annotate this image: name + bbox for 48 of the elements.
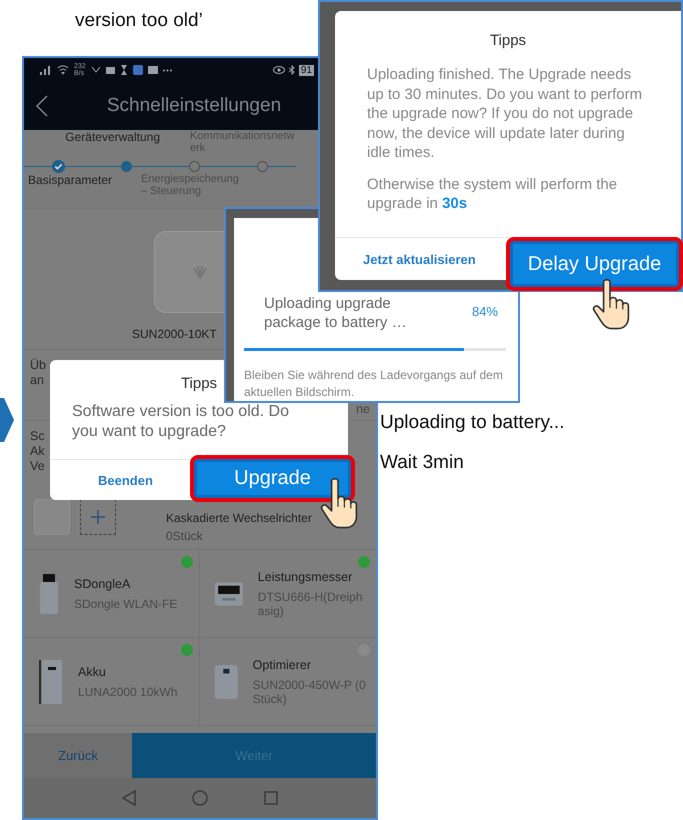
nav-back-icon[interactable] (122, 790, 136, 806)
more-icon (162, 68, 172, 72)
device-name: SUN2000-10KT (132, 327, 217, 341)
step-label: Basisparameter (28, 172, 112, 187)
inverter-thumbnail (34, 499, 70, 535)
partial-text: Sc (30, 429, 45, 444)
battery-unit-icon (38, 658, 64, 704)
wifi-icon (57, 65, 69, 75)
device-title: Optimierer (252, 658, 312, 672)
dialog-title: Tipps (180, 375, 218, 392)
hand-pointer-icon (590, 279, 630, 330)
step-label: Geräteverwaltung (65, 130, 160, 144)
app-icon (132, 65, 143, 75)
battery-level: 91 (298, 64, 314, 76)
device-title: Leistungsmesser (258, 570, 354, 584)
screen-title: Schnelleinstellungen (106, 95, 282, 117)
plus-icon (91, 510, 105, 524)
partial-text: Üb (30, 358, 46, 373)
hand-pointer-icon (318, 478, 358, 530)
cancel-button[interactable]: Beenden (94, 468, 157, 492)
dialog-message: Uploading finished. The Upgrade needs up to 30 minutes. Do you want to perform the upgrade now? If you do not upgrade now, the device will update later during idle times. (367, 65, 644, 162)
step-arrow-icon (0, 398, 14, 442)
device-title: Akku (78, 664, 107, 678)
update-now-button[interactable]: Jetzt aktualisieren (359, 248, 480, 270)
device-title: SDongleA (74, 576, 132, 590)
partial-text: ne (356, 402, 370, 416)
nav-recent-icon[interactable] (264, 791, 278, 805)
caption: Uploading to battery... (380, 412, 564, 434)
hourglass-icon (120, 65, 128, 75)
dongle-icon (38, 572, 60, 616)
upload-note: Bleiben Sie während des Ladevorgangs auf dem aktuellen Bildschirm. (244, 367, 504, 401)
partial-text: an (30, 373, 45, 388)
partial-text: Ak (30, 444, 45, 459)
upgrade-button[interactable]: Upgrade (190, 455, 355, 502)
delay-upgrade-button[interactable]: Delay Upgrade (506, 237, 683, 291)
dialog-title: Tipps (488, 32, 528, 49)
upload-percent: 84% (472, 304, 498, 319)
cascade-count: 0Stück (166, 529, 204, 543)
nav-home-icon[interactable] (192, 790, 208, 806)
caption: version too old’ (75, 10, 203, 32)
bluetooth-icon (288, 65, 295, 75)
partial-text: Ve (30, 459, 45, 474)
cascade-title: Kaskadierte Wechselrichter (166, 511, 312, 525)
caption: Wait 3min (380, 452, 464, 474)
upload-message: Uploading upgrade package to battery … (264, 294, 408, 332)
eye-icon (272, 66, 285, 74)
dialog-message: Otherwise the system will perform the upgrade in 30s (367, 174, 618, 214)
dialog-message: Software version is too old. Do you want to upgrade? (72, 402, 290, 442)
